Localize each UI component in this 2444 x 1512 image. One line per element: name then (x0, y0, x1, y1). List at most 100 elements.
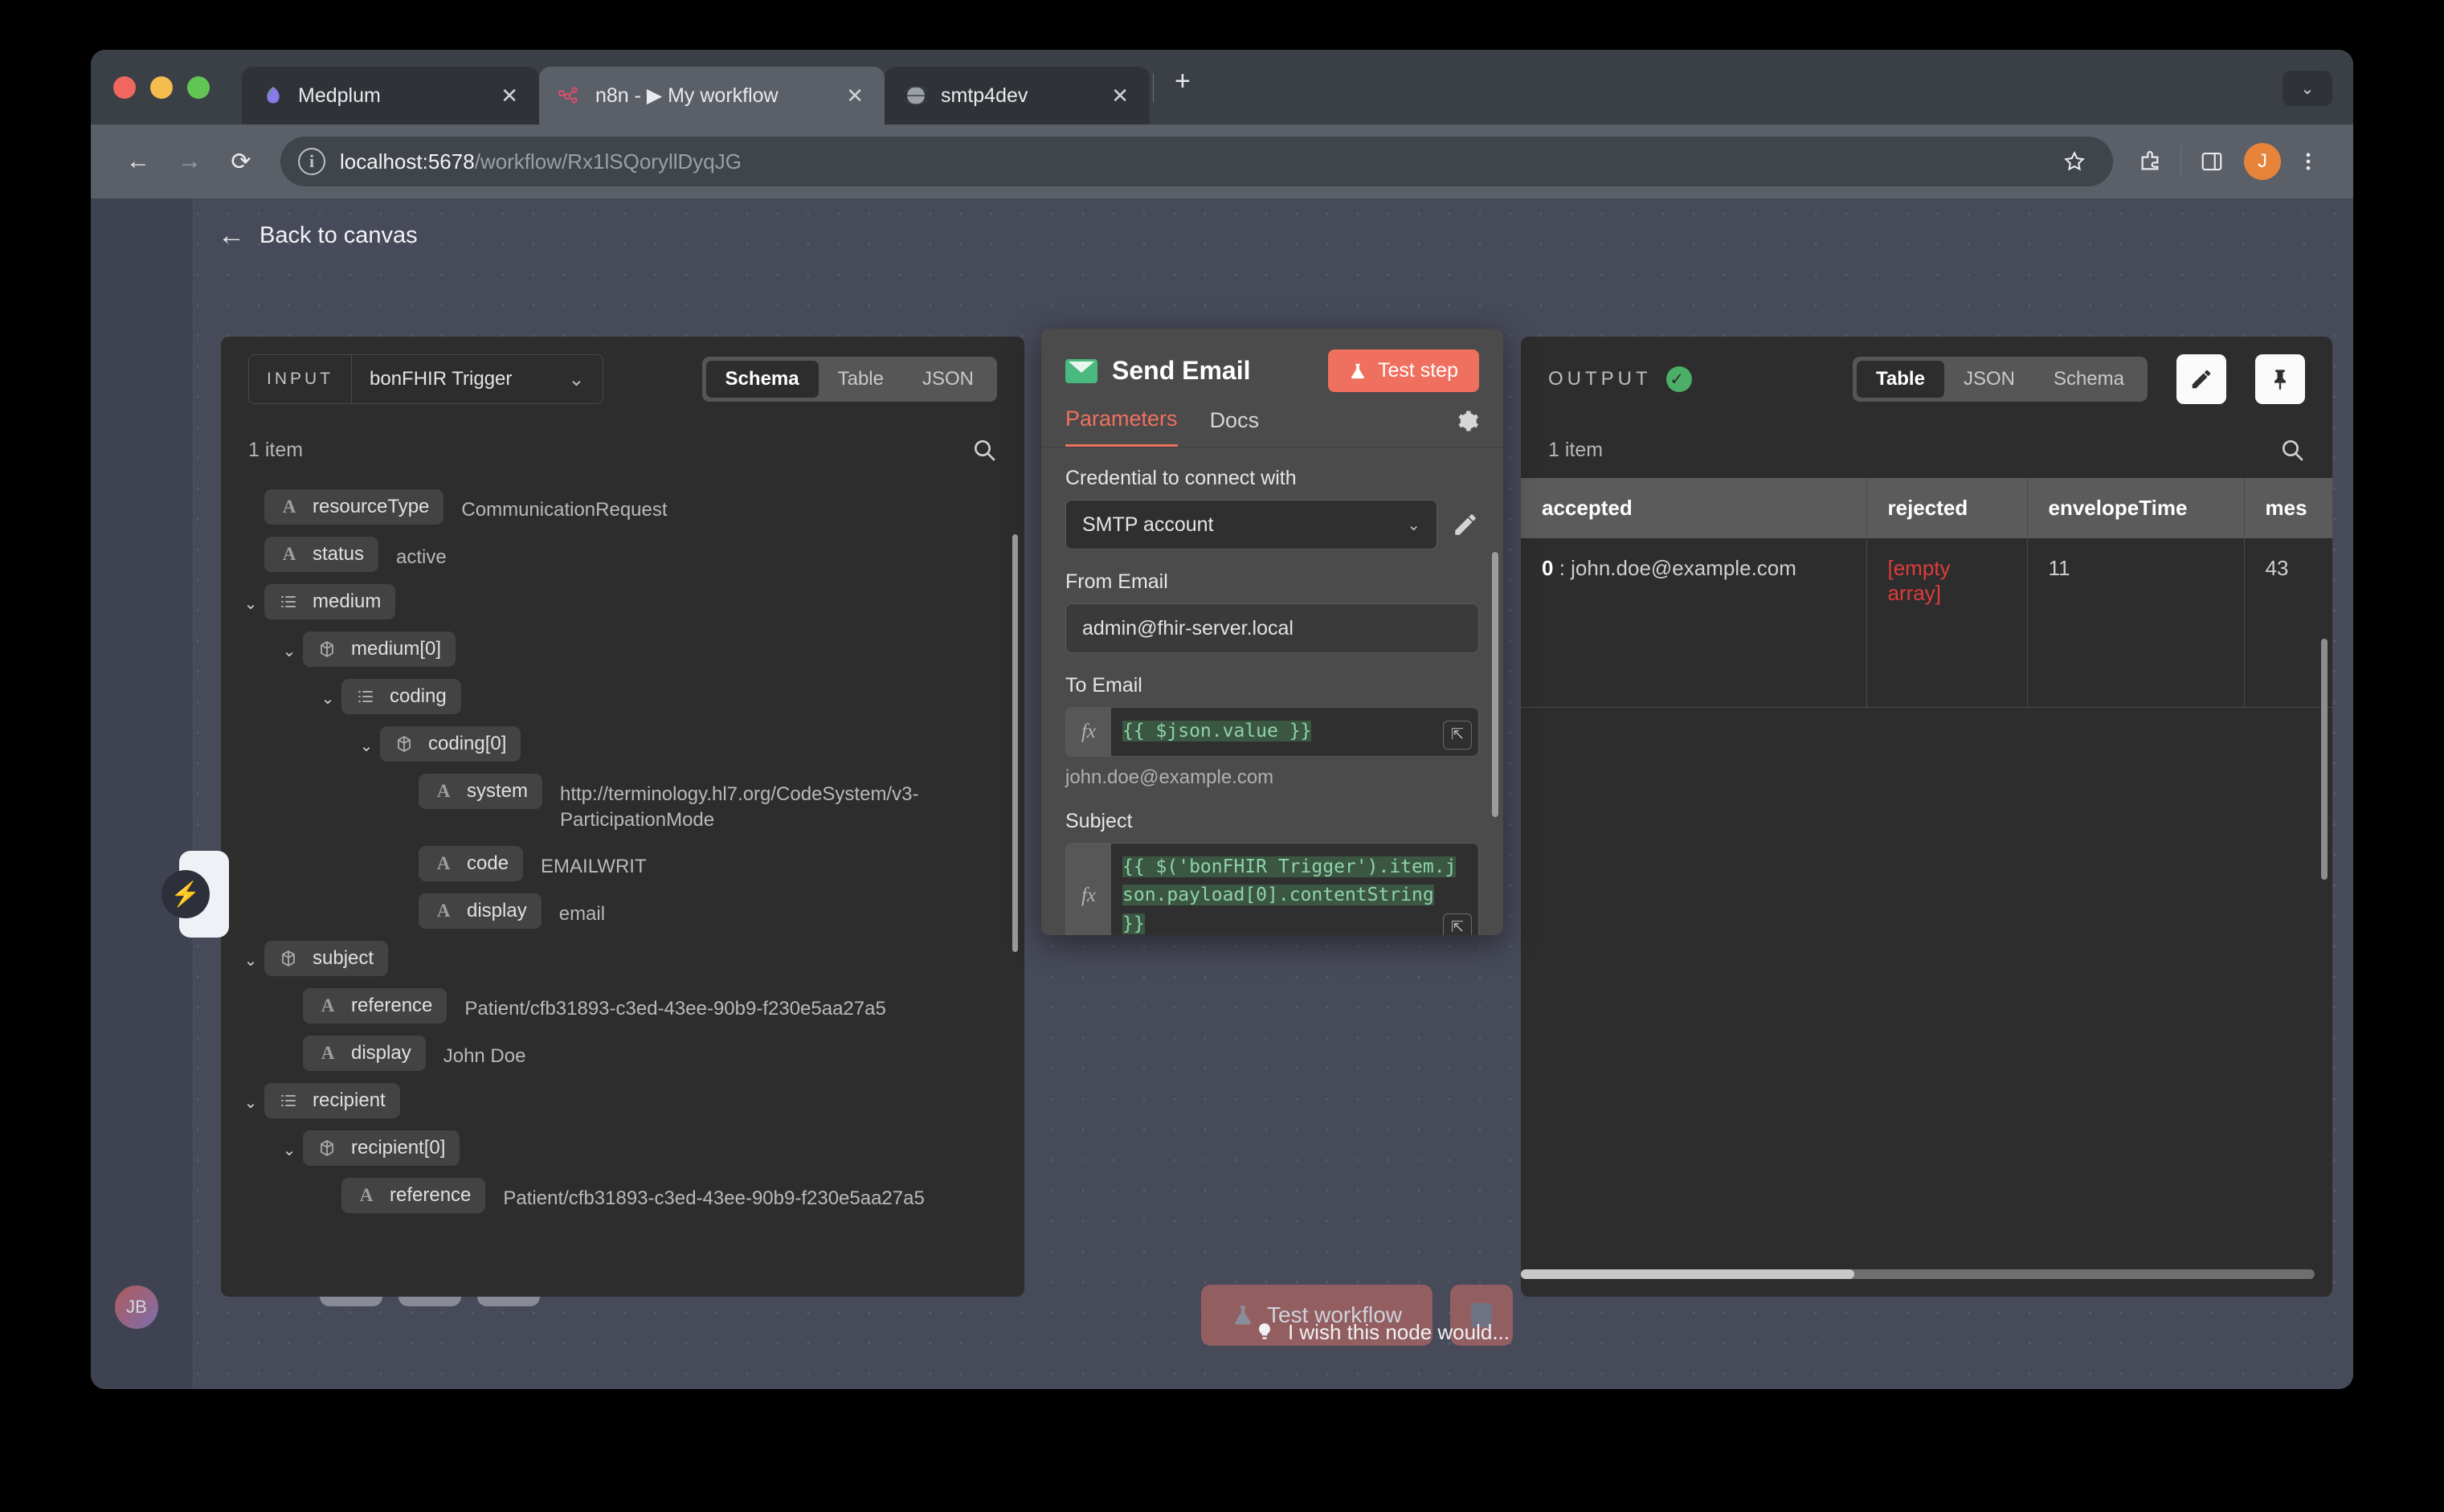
subject-expression-field[interactable]: fx {{ $('bonFHIR Trigger').item.json.pay… (1065, 842, 1479, 935)
schema-row[interactable]: ⌄Asystemhttp://terminology.hl7.org/CodeS… (391, 774, 997, 834)
schema-key-pill[interactable]: coding[0] (380, 726, 521, 762)
schema-key-pill[interactable]: Asystem (419, 774, 543, 809)
column-accepted[interactable]: accepted (1521, 478, 1867, 538)
browser-toolbar: ← → ⟳ i localhost:5678/workflow/Rx1lSQor… (91, 125, 2353, 198)
search-icon[interactable] (971, 437, 997, 463)
user-avatar[interactable]: JB (115, 1285, 158, 1329)
tab-parameters[interactable]: Parameters (1065, 407, 1178, 447)
string-type-icon: A (321, 1042, 335, 1063)
output-panel-header: OUTPUT ✓ Table JSON Schema (1521, 337, 2332, 422)
schema-row[interactable]: ⌄AdisplayJohn Doe (276, 1035, 997, 1071)
chevron-down-icon[interactable]: ⌄ (276, 631, 303, 661)
output-horizontal-scrollbar[interactable] (1521, 1269, 2315, 1279)
menu-icon[interactable] (2287, 141, 2329, 182)
close-icon[interactable]: ✕ (1105, 82, 1135, 109)
schema-key-pill[interactable]: medium (264, 584, 396, 619)
schema-key-pill[interactable]: Areference (341, 1177, 486, 1213)
chevron-down-icon[interactable]: ⌄ (276, 1130, 303, 1160)
forward-button[interactable]: → (166, 138, 213, 185)
to-email-expression[interactable]: {{ $json.value }} (1111, 708, 1478, 756)
split-view-icon[interactable] (2191, 141, 2233, 182)
close-window-button[interactable] (113, 76, 136, 99)
schema-row[interactable]: ⌄ subject (237, 940, 997, 976)
search-icon[interactable] (2279, 437, 2305, 463)
credential-select[interactable]: SMTP account ⌄ (1065, 500, 1437, 550)
profile-avatar[interactable]: J (2244, 143, 2281, 180)
schema-key-pill[interactable]: subject (264, 940, 389, 976)
input-schema-tree[interactable]: ⌄AresourceTypeCommunicationRequest⌄Astat… (221, 478, 1024, 1297)
tab-docs[interactable]: Docs (1210, 408, 1260, 446)
node-parameters-body[interactable]: Credential to connect with SMTP account … (1041, 447, 1503, 935)
schema-key-pill[interactable]: recipient (264, 1082, 400, 1118)
back-to-canvas[interactable]: ← Back to canvas (194, 198, 2353, 272)
output-view-table[interactable]: Table (1857, 361, 1944, 398)
expand-expression-icon[interactable]: ⇱ (1443, 720, 1472, 750)
to-email-expression-field[interactable]: fx {{ $json.value }} ⇱ (1065, 707, 1479, 757)
node-connector-chip[interactable]: ⚡ (161, 851, 229, 938)
chevron-down-icon[interactable]: ⌄ (237, 584, 264, 614)
new-tab-button[interactable]: + (1157, 67, 1208, 95)
schema-row[interactable]: ⌄ recipient (237, 1082, 997, 1118)
chevron-down-icon[interactable]: ⌄ (237, 1083, 264, 1113)
schema-key-pill[interactable]: medium[0] (303, 631, 456, 667)
bookmark-star-icon[interactable] (2054, 141, 2095, 182)
address-bar[interactable]: i localhost:5678/workflow/Rx1lSQoryllDyq… (280, 137, 2113, 186)
schema-key-pill[interactable]: coding (341, 679, 461, 714)
back-button[interactable]: ← (115, 138, 161, 185)
schema-row[interactable]: ⌄AreferencePatient/cfb31893-c3ed-43ee-90… (314, 1177, 997, 1213)
schema-row[interactable]: ⌄ medium (237, 584, 997, 619)
pencil-icon[interactable] (1452, 511, 1479, 538)
pin-output-button[interactable] (2255, 354, 2305, 404)
output-view-schema[interactable]: Schema (2034, 361, 2144, 398)
schema-key-pill[interactable]: Adisplay (303, 1035, 426, 1071)
browser-tab-smtp4dev[interactable]: smtp4dev ✕ (885, 67, 1150, 125)
input-view-json[interactable]: JSON (903, 361, 993, 398)
schema-row[interactable]: ⌄AresourceTypeCommunicationRequest (237, 489, 997, 525)
column-mes[interactable]: mes (2244, 478, 2332, 538)
schema-key-pill[interactable]: AresourceType (264, 489, 444, 525)
chevron-down-icon[interactable]: ⌄ (2283, 71, 2332, 106)
schema-row[interactable]: ⌄Adisplayemail (391, 893, 997, 929)
browser-tab-medplum[interactable]: Medplum ✕ (242, 67, 539, 125)
chevron-down-icon[interactable]: ⌄ (314, 679, 341, 709)
close-icon[interactable]: ✕ (494, 82, 525, 109)
expand-expression-icon[interactable]: ⇱ (1443, 913, 1472, 935)
extensions-icon[interactable] (2129, 141, 2171, 182)
input-node-dropdown[interactable]: bonFHIR Trigger ⌄ (352, 355, 603, 403)
reload-button[interactable]: ⟳ (218, 138, 264, 185)
column-envelopeTime[interactable]: envelopeTime (2027, 478, 2245, 538)
schema-key-pill[interactable]: recipient[0] (303, 1130, 460, 1166)
schema-row[interactable]: ⌄ medium[0] (276, 631, 997, 667)
schema-row[interactable]: ⌄AcodeEMAILWRIT (391, 845, 997, 881)
schema-row[interactable]: ⌄ recipient[0] (276, 1130, 997, 1166)
gear-icon[interactable] (1455, 409, 1479, 444)
column-rejected[interactable]: rejected (1866, 478, 2028, 538)
schema-row[interactable]: ⌄Astatusactive (237, 537, 997, 572)
close-icon[interactable]: ✕ (840, 82, 870, 109)
chevron-down-icon[interactable]: ⌄ (353, 726, 380, 756)
input-view-schema[interactable]: Schema (705, 361, 819, 398)
schema-row[interactable]: ⌄ coding (314, 679, 997, 714)
edit-output-button[interactable] (2176, 354, 2226, 404)
site-info-icon[interactable]: i (298, 148, 325, 175)
schema-row[interactable]: ⌄ coding[0] (353, 726, 997, 762)
test-step-button[interactable]: Test step (1327, 349, 1479, 392)
output-table-wrapper[interactable]: accepted rejected envelopeTime mes 0 : j… (1521, 478, 2332, 1297)
schema-row[interactable]: ⌄AreferencePatient/cfb31893-c3ed-43ee-90… (276, 987, 997, 1024)
from-email-input[interactable]: admin@fhir-server.local (1065, 603, 1479, 653)
browser-tab-n8n[interactable]: n8n - ▶ My workflow ✕ (539, 67, 885, 125)
output-vertical-scrollbar[interactable] (2321, 639, 2328, 880)
minimize-window-button[interactable] (150, 76, 173, 99)
input-node-selector[interactable]: INPUT bonFHIR Trigger ⌄ (248, 354, 603, 404)
schema-key-pill[interactable]: Astatus (264, 537, 379, 572)
schema-scrollbar[interactable] (1012, 534, 1018, 952)
subject-expression[interactable]: {{ $('bonFHIR Trigger').item.json.payloa… (1111, 844, 1478, 935)
output-view-json[interactable]: JSON (1944, 361, 2034, 398)
input-view-table[interactable]: Table (819, 361, 903, 398)
schema-key-pill[interactable]: Adisplay (419, 893, 542, 929)
parameters-scrollbar[interactable] (1492, 552, 1498, 817)
schema-key-pill[interactable]: Areference (303, 987, 448, 1024)
chevron-down-icon[interactable]: ⌄ (237, 941, 264, 971)
maximize-window-button[interactable] (187, 76, 210, 99)
schema-key-pill[interactable]: Acode (419, 845, 524, 881)
